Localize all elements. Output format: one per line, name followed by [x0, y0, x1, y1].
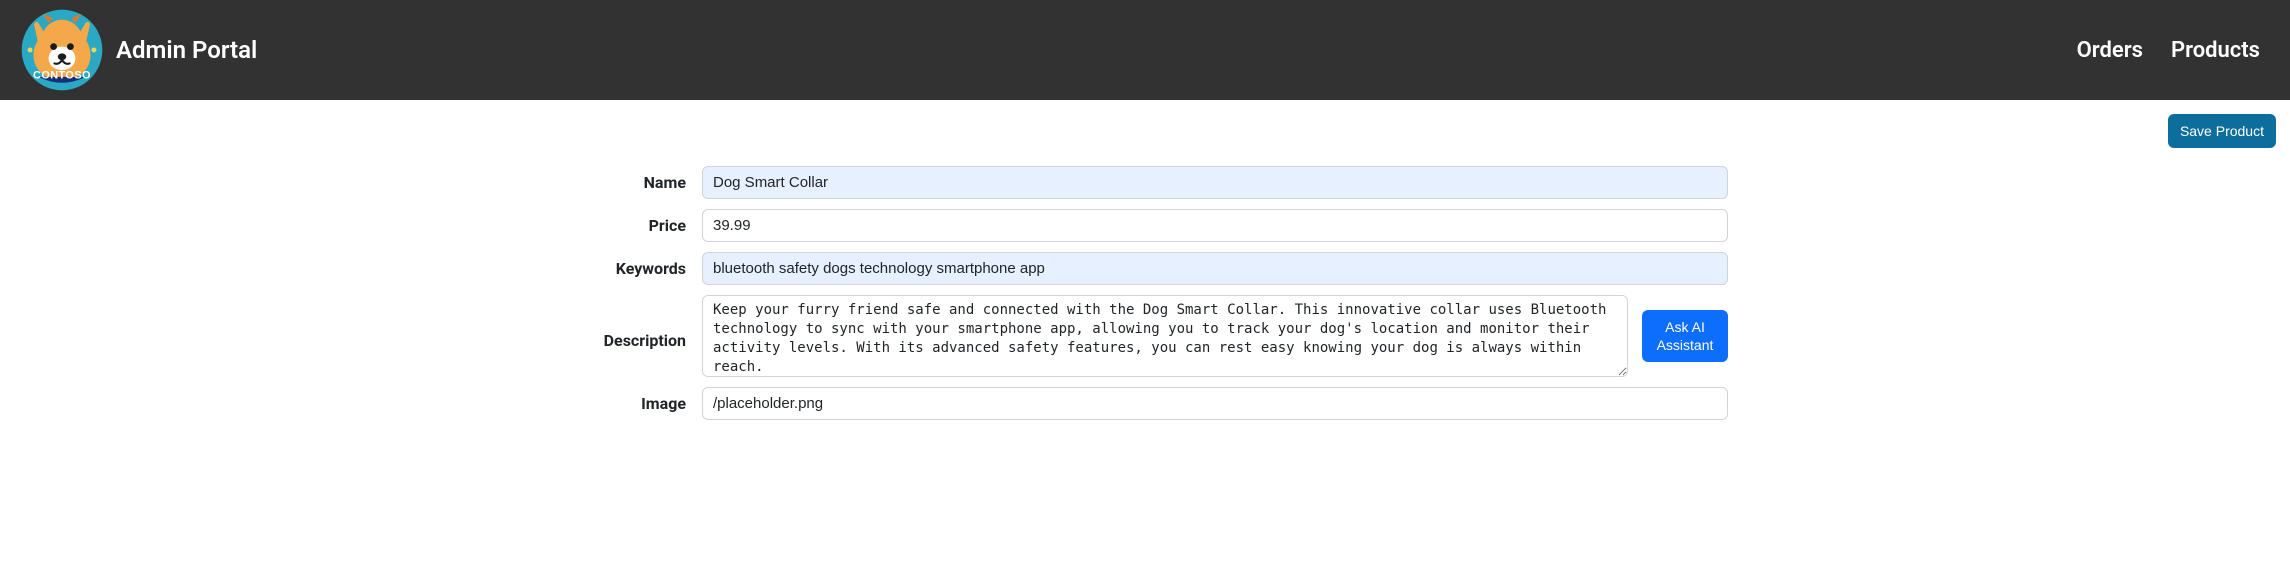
label-price: Price: [562, 216, 692, 235]
row-image: Image: [562, 387, 1728, 420]
row-price: Price: [562, 209, 1728, 242]
label-image: Image: [562, 394, 692, 413]
label-keywords: Keywords: [562, 259, 692, 278]
ask-ai-assistant-button[interactable]: Ask AI Assistant: [1642, 310, 1728, 362]
row-description: Description Ask AI Assistant: [562, 295, 1728, 377]
navbar: CONTOSO Admin Portal Orders Products: [0, 0, 2290, 100]
row-keywords: Keywords: [562, 252, 1728, 285]
name-input[interactable]: [702, 166, 1728, 199]
keywords-input[interactable]: [702, 252, 1728, 285]
contoso-logo-icon: CONTOSO: [20, 8, 104, 92]
description-cell: Ask AI Assistant: [702, 295, 1728, 377]
top-actions: Save Product: [14, 114, 2276, 148]
price-input[interactable]: [702, 209, 1728, 242]
brand-title: Admin Portal: [116, 36, 257, 64]
save-product-button[interactable]: Save Product: [2168, 114, 2276, 148]
label-name: Name: [562, 173, 692, 192]
description-textarea[interactable]: [702, 295, 1628, 377]
row-name: Name: [562, 166, 1728, 199]
product-form: Name Price Keywords Description Ask AI A…: [562, 166, 1728, 420]
navbar-right: Orders Products: [2077, 38, 2270, 63]
brand-logo: CONTOSO: [20, 8, 104, 92]
nav-products[interactable]: Products: [2171, 38, 2260, 63]
page-body: Save Product Name Price Keywords Descrip…: [0, 100, 2290, 444]
nav-orders[interactable]: Orders: [2077, 38, 2143, 63]
navbar-left: CONTOSO Admin Portal: [20, 8, 257, 92]
image-input[interactable]: [702, 387, 1728, 420]
svg-text:CONTOSO: CONTOSO: [33, 70, 91, 82]
label-description: Description: [562, 295, 692, 350]
